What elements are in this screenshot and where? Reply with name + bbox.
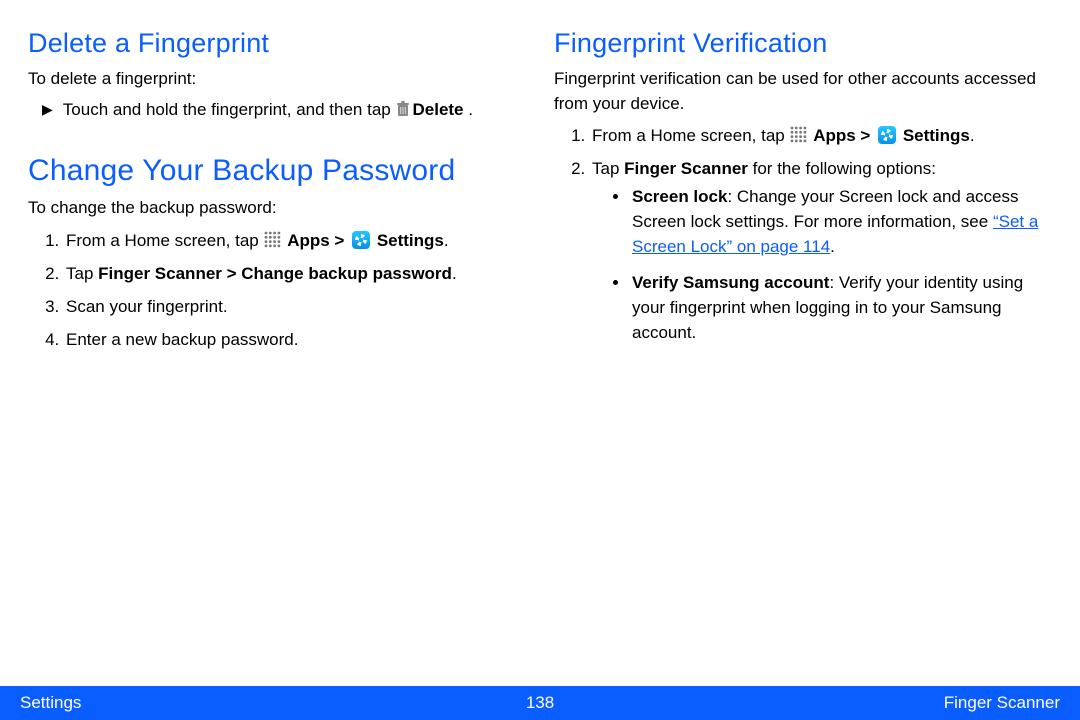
step-3: Scan your fingerprint. <box>64 293 526 322</box>
heading-fingerprint-verification: Fingerprint Verification <box>554 28 1052 59</box>
right-column: Fingerprint Verification Fingerprint ver… <box>554 28 1052 358</box>
left-column: Delete a Fingerprint To delete a fingerp… <box>28 28 526 358</box>
intro-change: To change the backup password: <box>28 196 526 221</box>
intro-delete: To delete a fingerprint: <box>28 67 526 92</box>
heading-delete-fingerprint: Delete a Fingerprint <box>28 28 526 59</box>
finger-scanner-options: Screen lock: Change your Screen lock and… <box>592 184 1052 345</box>
trash-icon <box>396 101 410 117</box>
heading-change-backup-password: Change Your Backup Password <box>28 154 526 188</box>
apps-grid-icon <box>264 231 281 248</box>
settings-gear-icon <box>352 231 370 249</box>
step-1: From a Home screen, tap Apps > Settings. <box>590 122 1052 151</box>
step-2: Tap Finger Scanner for the following opt… <box>590 155 1052 345</box>
footer-page-number: 138 <box>526 693 554 713</box>
footer-section-left: Settings <box>20 693 81 713</box>
delete-instruction: ▶ Touch and hold the fingerprint, and th… <box>28 98 526 129</box>
delete-instruction-text: Touch and hold the fingerprint, and then… <box>63 98 473 123</box>
change-password-steps: From a Home screen, tap Apps > Settings.… <box>28 227 526 355</box>
two-column-layout: Delete a Fingerprint To delete a fingerp… <box>0 0 1080 358</box>
intro-verify: Fingerprint verification can be used for… <box>554 67 1052 116</box>
apps-grid-icon <box>790 126 807 143</box>
option-verify-samsung: Verify Samsung account: Verify your iden… <box>630 270 1052 345</box>
footer-section-right: Finger Scanner <box>944 693 1060 713</box>
verify-steps: From a Home screen, tap Apps > Settings.… <box>554 122 1052 345</box>
manual-page: Delete a Fingerprint To delete a fingerp… <box>0 0 1080 720</box>
triangle-bullet-icon: ▶ <box>42 101 53 118</box>
step-4: Enter a new backup password. <box>64 326 526 355</box>
step-1: From a Home screen, tap Apps > Settings. <box>64 227 526 256</box>
option-screen-lock: Screen lock: Change your Screen lock and… <box>630 184 1052 259</box>
page-footer: Settings 138 Finger Scanner <box>0 686 1080 720</box>
settings-gear-icon <box>878 126 896 144</box>
step-2: Tap Finger Scanner > Change backup passw… <box>64 260 526 289</box>
